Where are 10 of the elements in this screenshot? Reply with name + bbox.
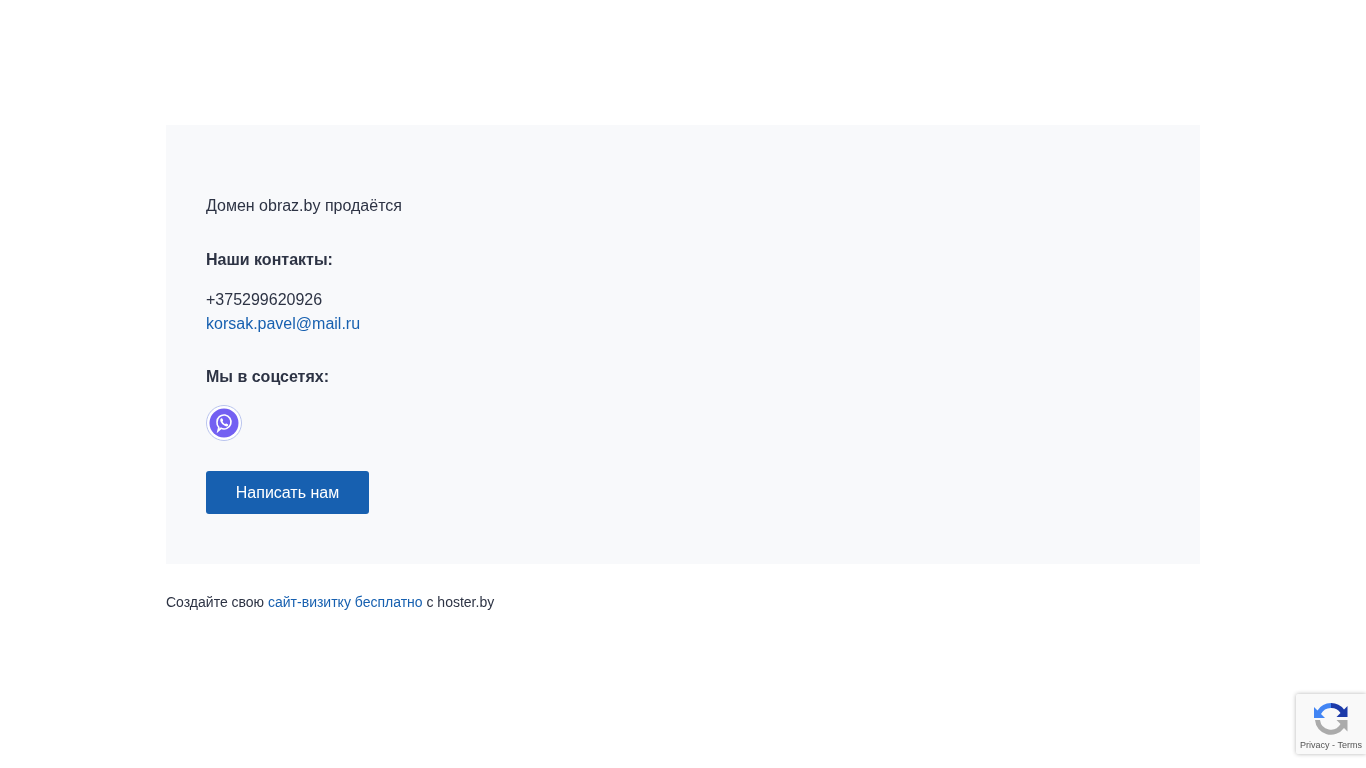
- footer-text: Создайте свою сайт-визитку бесплатно с hoster.by: [166, 593, 496, 611]
- phone-number: +375299620926: [206, 290, 323, 310]
- contacts-heading: Наши контакты:: [206, 250, 333, 270]
- social-heading: Мы в соцсетях:: [206, 367, 329, 387]
- business-card-link[interactable]: сайт-визитку бесплатно: [268, 594, 423, 610]
- write-us-button[interactable]: Написать нам: [206, 471, 369, 514]
- viber-icon[interactable]: [206, 405, 242, 441]
- email-link[interactable]: korsak.pavel@mail.ru: [206, 312, 361, 336]
- headline: Домен obraz.by продаётся: [206, 196, 402, 216]
- privacy-terms-links[interactable]: Privacy - Terms: [1300, 739, 1362, 750]
